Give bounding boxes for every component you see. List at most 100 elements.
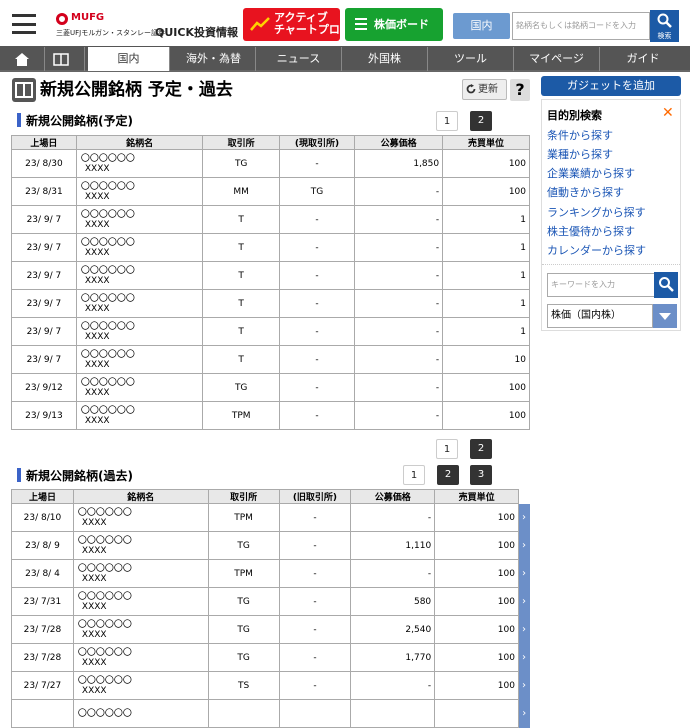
stock-name-line1[interactable]: 〇〇〇〇〇〇 — [78, 648, 208, 658]
stock-name-line2[interactable]: XXXX — [78, 574, 208, 584]
row-detail-arrow-icon[interactable]: › — [518, 615, 530, 644]
refresh-button[interactable]: 更新 — [462, 79, 507, 100]
stock-name-line1[interactable]: 〇〇〇〇〇〇 — [81, 266, 203, 276]
scheduled-page-1-bottom[interactable]: 1 — [436, 439, 458, 459]
search-button[interactable]: 検索 — [650, 10, 679, 42]
link-search-by-industry[interactable]: 業種から探す — [547, 146, 613, 162]
brand-sub: 三菱UFJモルガン・スタンレー証券 — [56, 29, 166, 37]
exchange-cell: TPM — [202, 401, 280, 430]
row-detail-arrow-icon[interactable]: › — [518, 671, 530, 700]
stock-name-line1[interactable]: 〇〇〇〇〇〇 — [78, 592, 208, 602]
panel-title: 目的別検索 — [547, 109, 602, 122]
search-input[interactable]: 銘柄名もしくは銘柄コードを入力 — [512, 12, 650, 40]
stock-name-line2[interactable]: XXXX — [78, 658, 208, 668]
stock-name-line2[interactable]: XXXX — [78, 686, 208, 696]
tab-foreign-stocks[interactable]: 外国株 — [342, 47, 428, 71]
scheduled-page-2[interactable]: 2 — [470, 111, 492, 131]
dropdown-button[interactable] — [653, 304, 677, 328]
tab-guide[interactable]: ガイド — [600, 47, 686, 71]
stock-name-line2[interactable]: XXXX — [78, 546, 208, 556]
row-detail-arrow-icon[interactable]: › — [518, 587, 530, 616]
tab-overseas[interactable]: 海外・為替 — [172, 47, 256, 71]
close-icon[interactable]: ✕ — [662, 105, 674, 121]
stock-name-line2[interactable]: XXXX — [78, 602, 208, 612]
stock-name-line1[interactable]: 〇〇〇〇〇〇 — [78, 676, 208, 686]
home-tab[interactable] — [5, 47, 45, 71]
past-page-1[interactable]: 1 — [403, 465, 425, 485]
tab-news[interactable]: ニュース — [256, 47, 342, 71]
scheduled-page-1[interactable]: 1 — [436, 111, 458, 131]
book-tab[interactable] — [45, 47, 85, 71]
tab-tools[interactable]: ツール — [428, 47, 514, 71]
row-detail-arrow-icon[interactable]: › — [518, 643, 530, 672]
prev-exchange-cell: - — [278, 317, 356, 346]
scheduled-table: 上場日 銘柄名 取引所 (現取引所) 公募価格 売買単位 23/ 8/30 〇〇〇… — [11, 135, 530, 430]
stock-name-line1[interactable]: 〇〇〇〇〇〇 — [81, 210, 203, 220]
link-search-by-condition[interactable]: 条件から探す — [547, 127, 613, 143]
stock-name-line2[interactable]: XXXX — [81, 220, 203, 230]
stock-name-line2[interactable]: XXXX — [81, 360, 203, 370]
active-chart-label: アクティブ チャートプロ — [274, 11, 340, 36]
stock-name-line2[interactable]: XXXX — [78, 630, 208, 640]
stock-name-line1[interactable]: 〇〇〇〇〇〇 — [78, 564, 208, 574]
stock-name-line2[interactable]: XXXX — [81, 416, 203, 426]
past-page-3[interactable]: 3 — [470, 465, 492, 485]
stock-name-line1[interactable]: 〇〇〇〇〇〇 — [78, 508, 208, 518]
listing-date-cell: 23/ 8/30 — [11, 149, 77, 178]
link-search-by-price-move[interactable]: 値動きから探す — [547, 184, 624, 200]
link-search-by-earnings[interactable]: 企業業績から探す — [547, 165, 635, 181]
row-detail-arrow-icon[interactable]: › — [518, 559, 530, 588]
stock-name-line2[interactable]: XXXX — [81, 192, 203, 202]
hamburger-menu-icon[interactable] — [12, 14, 36, 34]
stock-name-line1[interactable]: 〇〇〇〇〇〇 — [81, 154, 203, 164]
domestic-button[interactable]: 国内 — [453, 13, 510, 39]
stock-name-line2[interactable]: XXXX — [81, 304, 203, 314]
prev-exchange-cell: - — [278, 233, 356, 262]
add-gadget-button[interactable]: ガジェットを追加 — [541, 76, 681, 96]
market-select[interactable]: 株価（国内株） — [547, 304, 653, 328]
exchange-cell: TG — [207, 615, 280, 644]
stock-name-line1[interactable]: 〇〇〇〇〇〇 — [81, 182, 203, 192]
stock-name-line2[interactable]: XXXX — [81, 248, 203, 258]
keyword-search-button[interactable] — [654, 272, 678, 298]
stock-name-line1[interactable]: 〇〇〇〇〇〇 — [81, 322, 203, 332]
listing-date-cell: 23/ 8/31 — [11, 177, 77, 206]
offer-price-cell: - — [350, 559, 436, 588]
row-detail-arrow-icon[interactable]: › — [518, 699, 530, 728]
link-search-by-ranking[interactable]: ランキングから探す — [547, 204, 646, 220]
brand-logo[interactable]: MUFG 三菱UFJモルガン・スタンレー証券 QUICK投資情報 — [54, 12, 239, 42]
exchange-cell — [207, 699, 280, 728]
stock-name-line1[interactable]: 〇〇〇〇〇〇 — [81, 238, 203, 248]
stock-name-line1[interactable]: 〇〇〇〇〇〇 — [81, 378, 203, 388]
stock-name-line2[interactable]: XXXX — [81, 332, 203, 342]
stock-name-line1[interactable]: 〇〇〇〇〇〇 — [78, 620, 208, 630]
stock-name-line2[interactable]: XXXX — [81, 164, 203, 174]
keyword-input[interactable]: キーワードを入力 — [547, 273, 655, 297]
past-page-2[interactable]: 2 — [437, 465, 459, 485]
listing-date-cell: 23/ 8/10 — [11, 503, 74, 532]
row-detail-arrow-icon[interactable]: › — [518, 503, 530, 532]
help-button[interactable]: ? — [510, 79, 530, 101]
stock-name-line2[interactable]: XXXX — [81, 388, 203, 398]
stock-name-line1[interactable]: 〇〇〇〇〇〇 — [81, 294, 203, 304]
stock-name-line2[interactable]: XXXX — [81, 276, 203, 286]
stock-name-line2[interactable]: XXXX — [78, 518, 208, 528]
row-detail-arrow-icon[interactable]: › — [518, 531, 530, 560]
active-chart-button[interactable]: アクティブ チャートプロ — [243, 8, 340, 41]
stock-board-button[interactable]: 株価ボード — [345, 8, 443, 41]
table-row: 23/ 9/13 〇〇〇〇〇〇 XXXX TPM - -100 — [11, 401, 530, 430]
stock-name-line1[interactable]: 〇〇〇〇〇〇 — [78, 536, 208, 546]
stock-name-line1[interactable]: 〇〇〇〇〇〇 — [81, 350, 203, 360]
stock-name-line1[interactable]: 〇〇〇〇〇〇 — [81, 406, 203, 416]
table-row: 23/ 7/31 〇〇〇〇〇〇 XXXX TG -580 100 › — [11, 587, 530, 616]
tab-mypage[interactable]: マイページ — [514, 47, 600, 71]
tab-domestic[interactable]: 国内 — [88, 47, 170, 71]
trading-unit-cell: 100 — [434, 531, 519, 560]
link-search-by-calendar[interactable]: カレンダーから探す — [547, 242, 646, 258]
page-title: 新規公開銘柄 予定・過去 — [40, 80, 233, 100]
scheduled-page-2-bottom[interactable]: 2 — [470, 439, 492, 459]
exchange-cell: TPM — [207, 559, 280, 588]
link-search-by-benefits[interactable]: 株主優待から探す — [547, 223, 635, 239]
stock-name-line1[interactable]: 〇〇〇〇〇〇 — [78, 709, 208, 719]
listing-date-cell: 23/ 7/31 — [11, 587, 74, 616]
